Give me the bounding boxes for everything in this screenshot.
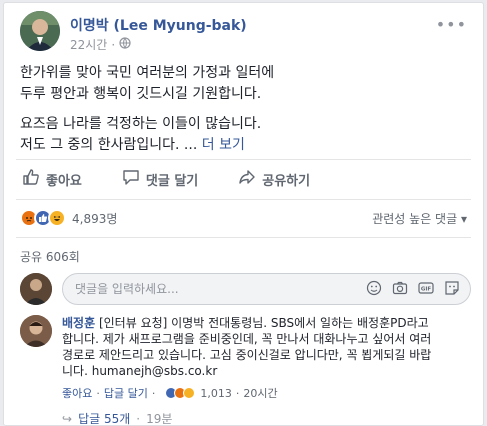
author-avatar[interactable] xyxy=(20,11,60,51)
post-paragraph-2: 요즈음 나라를 걱정하는 이들이 많습니다. 저도 그 중의 한사람입니다. .… xyxy=(20,114,470,156)
see-more-link[interactable]: 더 보기 xyxy=(202,137,245,153)
post-actions: 좋아요 댓글 달기 공유하기 xyxy=(16,163,471,195)
comment-button[interactable]: 댓글 달기 xyxy=(116,164,204,194)
sticker-icon[interactable] xyxy=(443,279,461,297)
replies-count: 답글 55개 xyxy=(78,412,131,426)
commenter-name[interactable]: 배정훈 xyxy=(62,316,95,330)
user-avatar[interactable] xyxy=(20,273,52,305)
emoji-icon[interactable] xyxy=(365,279,383,297)
composer-tools: GIF xyxy=(365,279,461,297)
share-label: 공유하기 xyxy=(262,173,311,189)
comment-meta: 좋아요 · 답글 달기 · 1,013 · 20시간 xyxy=(62,385,278,401)
haha-icon xyxy=(183,387,196,399)
comment-reaction-count[interactable]: 1,013 xyxy=(200,387,232,400)
thumbs-up-icon xyxy=(22,168,40,190)
comment-time[interactable]: 20시간 xyxy=(243,385,277,401)
share-arrow-icon xyxy=(238,168,256,190)
comment-line-4: 니다. humanejh@sbs.co.kr xyxy=(62,364,218,378)
comment-body: 배정훈 [인터뷰 요청] 이명박 전대통령님. SBS에서 일하는 배정훈PD라… xyxy=(62,315,474,379)
reaction-count[interactable]: 4,893명 xyxy=(72,210,117,227)
reply-arrow-icon: ↪ xyxy=(62,411,73,426)
dot-separator: · xyxy=(111,37,116,52)
like-button[interactable]: 좋아요 xyxy=(16,164,88,194)
replies-time: 19분 xyxy=(146,412,173,426)
comment-line-2: 합니다. 제가 새프로그램을 준비중인데, 꼭 만나서 대화나누고 싶어서 여러 xyxy=(62,332,432,346)
divider xyxy=(16,159,471,160)
post-meta: 22시간 · xyxy=(70,36,131,53)
post-header: 이명박 (Lee Myung-bak) 22시간 · ••• xyxy=(20,11,471,55)
post-text: 한가위를 맞아 국민 여러분의 가정과 일터에 두루 평안과 행복이 깃드시길 … xyxy=(20,63,470,165)
more-options-icon[interactable]: ••• xyxy=(436,15,467,34)
post-line: 요즈음 나라를 걱정하는 이들이 많습니다. xyxy=(20,116,262,132)
public-globe-icon[interactable] xyxy=(119,37,131,52)
post-paragraph-1: 한가위를 맞아 국민 여러분의 가정과 일터에 두루 평안과 행복이 깃드시길 … xyxy=(20,63,470,105)
haha-icon xyxy=(48,209,66,227)
dot-separator: · xyxy=(96,386,100,400)
comment-reaction-icons[interactable] xyxy=(165,387,196,399)
comment-like-link[interactable]: 좋아요 xyxy=(62,385,92,401)
like-label: 좋아요 xyxy=(46,173,82,189)
camera-icon[interactable] xyxy=(391,279,409,297)
comment-line-1: 배정훈 [인터뷰 요청] 이명박 전대통령님. SBS에서 일하는 배정훈PD라… xyxy=(62,315,474,331)
post-time[interactable]: 22시간 xyxy=(70,36,107,53)
post-line: 한가위를 맞아 국민 여러분의 가정과 일터에 xyxy=(20,65,275,81)
share-button[interactable]: 공유하기 xyxy=(232,164,316,194)
comment-text: [인터뷰 요청] 이명박 전대통령님. SBS에서 일하는 배정훈PD라고 xyxy=(98,316,429,330)
author-name[interactable]: 이명박 (Lee Myung-bak) xyxy=(70,15,247,35)
comment-line-3: 경로로 제안드리고 있습니다. 고심 중이신걸로 압니다만, 꼭 뵙게되길 바랍 xyxy=(62,348,432,362)
divider xyxy=(16,237,471,238)
dot-separator: · xyxy=(151,386,156,400)
dot-separator: · xyxy=(235,386,240,400)
divider xyxy=(16,199,471,200)
caret-down-icon: ▾ xyxy=(460,212,467,226)
svg-text:GIF: GIF xyxy=(421,287,432,293)
comment-bubble-icon xyxy=(122,168,140,190)
reactions-bar: 4,893명 관련성 높은 댓글 ▾ xyxy=(20,208,471,228)
commenter-avatar[interactable] xyxy=(20,315,52,347)
comment-sort-dropdown[interactable]: 관련성 높은 댓글 ▾ xyxy=(372,210,467,227)
gif-icon[interactable]: GIF xyxy=(417,279,435,297)
post-line: 두루 평안과 행복이 깃드시길 기원합니다. xyxy=(20,86,262,102)
reaction-icons[interactable] xyxy=(20,209,66,227)
post-card: 이명박 (Lee Myung-bak) 22시간 · ••• 한가위를 맞아 국… xyxy=(3,2,484,426)
comment-label: 댓글 달기 xyxy=(145,173,199,189)
view-replies-link[interactable]: ↪ 답글 55개 · 19분 xyxy=(62,410,172,426)
comment-reply-link[interactable]: 답글 달기 xyxy=(104,385,148,401)
sort-label: 관련성 높은 댓글 xyxy=(372,212,458,226)
comment-composer: 댓글을 입력하세요... GIF xyxy=(20,271,471,307)
dot-separator: · xyxy=(136,411,141,426)
post-line: 저도 그 중의 한사람입니다. ... xyxy=(20,137,198,153)
share-count[interactable]: 공유 606회 xyxy=(20,248,80,265)
